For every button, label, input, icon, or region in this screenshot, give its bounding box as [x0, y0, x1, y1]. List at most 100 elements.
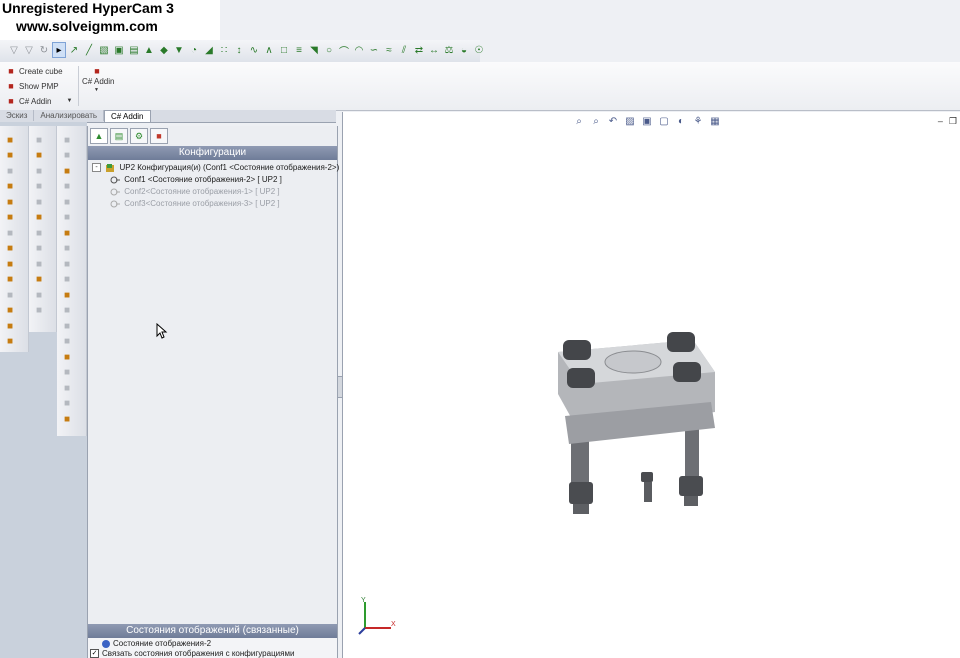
tab-csharp-addin[interactable]: C# Addin [104, 110, 151, 122]
draft-icon[interactable]: ◥ [308, 43, 320, 57]
tree-root[interactable]: - UP2 Конфигурация(и) (Conf1 <Состояние … [92, 162, 339, 174]
box-icon[interactable]: ▣ [113, 43, 125, 57]
tab-analyze[interactable]: Анализировать [34, 110, 105, 121]
loft-icon[interactable]: ∧ [263, 43, 275, 57]
sketch-tool-icon[interactable]: ■ [4, 150, 16, 162]
csharp-addin-large-button[interactable]: ■ C# Addin ▼ [82, 66, 114, 93]
surface-tool-icon[interactable]: ■ [61, 320, 73, 332]
config-item-conf3[interactable]: Conf3<Состояние отображения-3> [ UP2 ] [92, 198, 337, 210]
create-cube-button[interactable]: ■ Create cube [6, 66, 62, 76]
feature-tool-icon[interactable]: ■ [4, 320, 16, 332]
line-icon[interactable]: ╱ [83, 43, 95, 57]
select-arrow-icon[interactable]: ▸ [52, 42, 66, 58]
sketch-tool-icon[interactable]: ■ [4, 274, 16, 286]
smart-dimension-icon[interactable]: ■ [4, 165, 16, 177]
checkbox-checked-icon[interactable]: ✓ [90, 649, 99, 658]
sensor-icon[interactable]: ☉ [473, 43, 485, 57]
graphics-area[interactable]: ⌕ ⌕ ↶ ▨ ▣ ▢ ◐ ⚘ ▦ – ❐ Y X [342, 112, 960, 658]
revolve-tool-icon[interactable]: ■ [33, 150, 45, 162]
filter-icon[interactable]: ▽ [23, 43, 35, 57]
surface-tool-icon[interactable]: ■ [61, 258, 73, 270]
feature-tool-icon[interactable]: ■ [4, 134, 16, 146]
feature-tool-icon[interactable]: ■ [4, 196, 16, 208]
fillet-icon[interactable]: ◔ [188, 43, 200, 57]
pattern-tool-icon[interactable]: ■ [33, 243, 45, 255]
collapse-icon[interactable]: - [92, 163, 101, 173]
restore-icon[interactable]: ❐ [949, 116, 957, 127]
mirror-icon[interactable]: ↕ [233, 43, 245, 57]
scene-icon[interactable]: ▦ [709, 116, 721, 127]
smart-dimension-icon[interactable]: ■ [4, 289, 16, 301]
tab-configuration-manager[interactable]: ⚙ [130, 128, 148, 144]
cut-icon[interactable]: ▼ [173, 43, 185, 57]
mold-tool-icon[interactable]: ■ [61, 367, 73, 379]
sheetmetal-tool-icon[interactable]: ■ [61, 336, 73, 348]
fillet-tool-icon[interactable]: ■ [33, 165, 45, 177]
sweep-icon[interactable]: ∿ [248, 43, 260, 57]
feature-tool-icon[interactable]: ■ [4, 258, 16, 270]
display-style-icon[interactable]: ▢ [658, 116, 670, 127]
revolve-tool-icon[interactable]: ■ [33, 274, 45, 286]
rib-icon[interactable]: ≡ [293, 43, 305, 57]
pointer-icon[interactable]: ↗ [68, 43, 80, 57]
zoom-area-icon[interactable]: ⌕ [590, 116, 602, 127]
surface-icon[interactable]: ◆ [158, 43, 170, 57]
sheetmetal-tool-icon[interactable]: ■ [61, 150, 73, 162]
pattern-tool-icon[interactable]: ■ [33, 181, 45, 193]
reference-geometry-icon[interactable]: ■ [4, 305, 16, 317]
zoom-fit-icon[interactable]: ⌕ [573, 116, 585, 127]
shell-icon[interactable]: □ [278, 43, 290, 57]
split-icon[interactable]: ⫽ [398, 43, 410, 57]
dome-icon[interactable]: ◠ [353, 43, 365, 57]
revolve-tool-icon[interactable]: ■ [33, 212, 45, 224]
extrude-tool-icon[interactable]: ■ [33, 196, 45, 208]
sheetmetal-tool-icon[interactable]: ■ [61, 274, 73, 286]
mold-tool-icon[interactable]: ■ [61, 305, 73, 317]
mold-tool-icon[interactable]: ■ [61, 181, 73, 193]
weldment-tool-icon[interactable]: ■ [61, 227, 73, 239]
weldment-tool-icon[interactable]: ■ [61, 351, 73, 363]
assembly-model[interactable] [543, 332, 733, 522]
link-display-states-checkbox[interactable]: ✓ Связать состояния отображения с конфиг… [90, 649, 294, 658]
tab-addin-pane[interactable]: ■ [150, 128, 168, 144]
config-item-conf1[interactable]: Conf1 <Состояние отображения-2> [ UP2 ] [92, 174, 337, 186]
section-icon[interactable]: ◒ [458, 43, 470, 57]
rotate-icon[interactable]: ↻ [38, 43, 50, 57]
weldment-tool-icon[interactable]: ■ [61, 413, 73, 425]
sheetmetal-tool-icon[interactable]: ■ [61, 212, 73, 224]
config-item-conf2[interactable]: Conf2<Состояние отображения-1> [ UP2 ] [92, 186, 337, 198]
surface-tool-icon[interactable]: ■ [61, 196, 73, 208]
reference-geometry-icon[interactable]: ■ [4, 181, 16, 193]
sheetmetal-tool-icon[interactable]: ■ [61, 398, 73, 410]
extrude-tool-icon[interactable]: ■ [33, 134, 45, 146]
chamfer-icon[interactable]: ◢ [203, 43, 215, 57]
hole-icon[interactable]: ○ [323, 43, 335, 57]
minimize-icon[interactable]: – [938, 116, 943, 127]
sketch-tool-icon[interactable]: ■ [4, 336, 16, 348]
tab-sketch[interactable]: Эскиз [0, 110, 35, 121]
deform-icon[interactable]: ≈ [383, 43, 395, 57]
move-icon[interactable]: ⇄ [413, 43, 425, 57]
csharp-addin-dropdown[interactable]: ■ C# Addin ▼ [6, 96, 72, 106]
filter-icon[interactable]: ▽ [8, 43, 20, 57]
view-orientation-icon[interactable]: ▣ [641, 116, 653, 127]
hide-show-icon[interactable]: ◐ [675, 116, 687, 127]
tab-property-manager[interactable]: ▤ [110, 128, 128, 144]
display-state-item[interactable]: Состояние отображения-2 [102, 639, 211, 648]
tab-feature-tree[interactable]: ▲ [90, 128, 108, 144]
surface-tool-icon[interactable]: ■ [61, 134, 73, 146]
weldment-tool-icon[interactable]: ■ [61, 165, 73, 177]
smart-dimension-icon[interactable]: ■ [4, 227, 16, 239]
surface-tool-icon[interactable]: ■ [61, 382, 73, 394]
edit-appearance-icon[interactable]: ⚘ [692, 116, 704, 127]
fillet-tool-icon[interactable]: ■ [33, 227, 45, 239]
mold-tool-icon[interactable]: ■ [61, 243, 73, 255]
reference-geometry-icon[interactable]: ■ [4, 243, 16, 255]
sketch-tool-icon[interactable]: ■ [4, 212, 16, 224]
extrude-icon[interactable]: ▲ [143, 43, 155, 57]
pattern-icon[interactable]: ∷ [218, 43, 230, 57]
flex-icon[interactable]: ∽ [368, 43, 380, 57]
mass-icon[interactable]: ⚖ [443, 43, 455, 57]
pattern-tool-icon[interactable]: ■ [33, 305, 45, 317]
measure-icon[interactable]: ↔ [428, 43, 440, 57]
